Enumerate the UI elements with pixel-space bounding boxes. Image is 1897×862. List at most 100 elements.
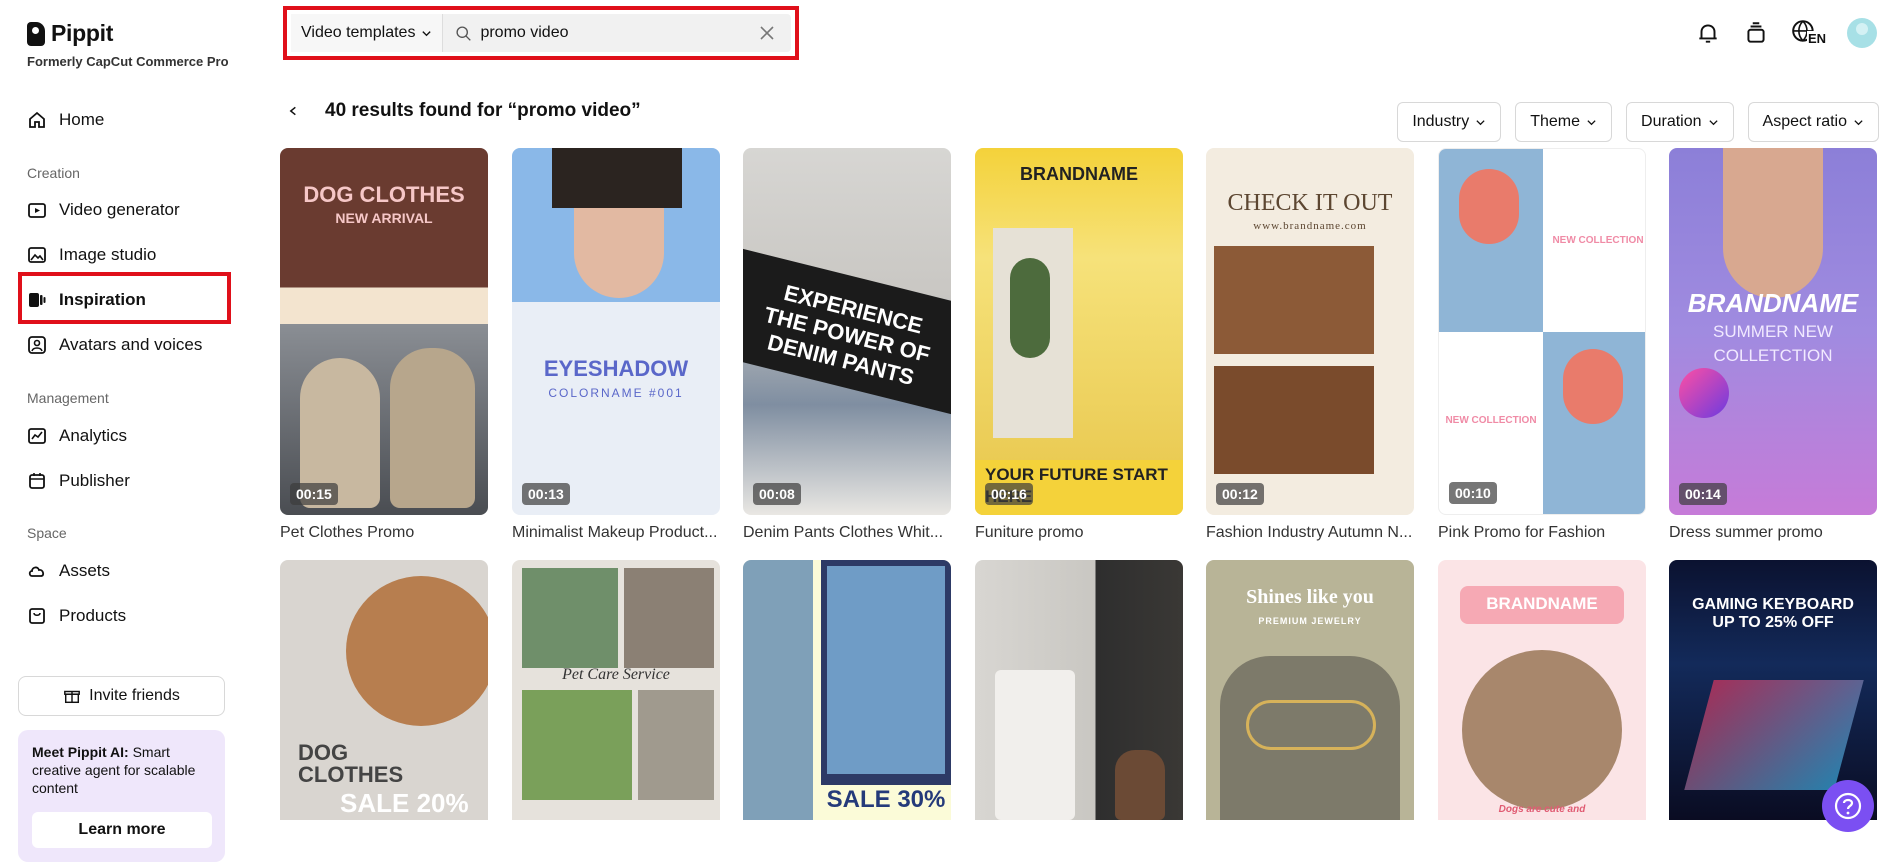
top-right-toolbar: EN [1695,18,1877,48]
thumbnail-overlay-text: www.brandname.com [1253,220,1367,232]
thumbnail-overlay-text: NEW COLLECTION [1445,415,1537,426]
search-bar-highlight: Video templates [283,6,799,60]
template-card[interactable] [975,560,1183,820]
template-title: Minimalist Makeup Product... [512,524,718,541]
template-card[interactable]: Pet Care Service [512,560,720,820]
diffuser-image [1115,750,1165,820]
dog-image [1462,650,1622,810]
template-thumbnail: NEW COLLECTION NEW COLLECTION 00:10 [1438,148,1646,515]
duration-badge: 00:08 [753,483,801,505]
thumbnail-overlay-text: CHECK IT OUT [1227,190,1393,216]
filter-duration[interactable]: Duration [1626,102,1734,142]
chevron-down-icon [422,30,432,36]
template-thumbnail: EXPERIENCE THE POWER OF DENIM PANTS 00:0… [743,148,951,515]
brand-logo[interactable]: Pippit [27,20,113,47]
learn-more-button[interactable]: Learn more [32,812,212,848]
image-studio-icon [28,247,46,263]
template-card[interactable]: BRANDNAME Dogs are cute and [1438,560,1646,820]
chevron-down-icon [1587,119,1596,125]
model-hair-image [1563,349,1623,424]
template-card[interactable]: CHECK IT OUT www.brandname.com 00:12 Fas… [1206,148,1414,542]
thumbnail-overlay-text: BRANDNAME [1020,164,1138,184]
thumbnail-overlay-text: DOG CLOTHES [303,182,465,207]
filter-aspect-ratio[interactable]: Aspect ratio [1747,102,1879,142]
pet-care-photo [522,568,618,668]
template-thumbnail [975,560,1183,820]
model-photo [743,560,813,820]
model-hair-image [552,148,682,208]
template-card[interactable]: BRANDNAME YOUR FUTURE START HERE 00:16 F… [975,148,1183,542]
filter-bar: Industry Theme Duration Aspect ratio [1397,102,1879,142]
product-box-icon [29,608,45,624]
template-card[interactable]: SALE 30% [743,560,951,820]
search-input[interactable] [480,24,751,42]
home-icon [29,111,45,128]
template-card[interactable]: Shines like you PREMIUM JEWELRY [1206,560,1414,820]
filter-industry[interactable]: Industry [1397,102,1502,142]
back-arrow-icon[interactable] [288,104,299,118]
duration-badge: 00:12 [1216,483,1264,505]
invite-friends-button[interactable]: Invite friends [18,676,225,716]
template-thumbnail: CHECK IT OUT www.brandname.com 00:12 [1206,148,1414,515]
thumbnail-overlay-text: NEW ARRIVAL [335,210,433,226]
calendar-icon [29,473,45,489]
thumbnail-overlay-text: PREMIUM JEWELRY [1258,616,1362,626]
stack-icon[interactable] [1743,20,1769,46]
filter-theme[interactable]: Theme [1515,102,1613,142]
avatar-icon [28,336,46,354]
bell-icon[interactable] [1695,20,1721,46]
fashion-photo [1214,366,1374,474]
brand-subtitle: Formerly CapCut Commerce Pro [27,54,229,69]
sidebar-item-products[interactable]: Products [27,604,126,628]
template-title: Pink Promo for Fashion [1438,524,1606,541]
pet-care-photo [624,568,714,668]
fashion-photo [1214,246,1374,354]
template-card[interactable]: NEW COLLECTION NEW COLLECTION 00:10 Pink… [1438,148,1646,542]
sidebar-item-video-generator[interactable]: Video generator [27,198,180,222]
pippit-ai-promo-card: Meet Pippit AI: Smart creative agent for… [18,730,225,862]
model-hair-image [1459,169,1519,244]
template-thumbnail: Shines like you PREMIUM JEWELRY [1206,560,1414,820]
thumbnail-overlay-text: BRANDNAME [1486,594,1598,613]
sidebar-item-avatars[interactable]: Avatars and voices [27,333,202,357]
keyboard-image [1684,680,1864,790]
template-type-select[interactable]: Video templates [291,14,444,52]
template-card[interactable]: BRANDNAME SUMMER NEW COLLETCTION 00:14 D… [1669,148,1877,542]
plant-image [1010,258,1050,358]
section-creation: Creation [27,165,80,181]
template-card[interactable]: DOG CLOTHES SALE 20% OFF [280,560,488,820]
search-field [443,24,759,42]
template-card[interactable]: EYESHADOW COLORNAME #001 00:13 Minimalis… [512,148,720,542]
template-title: Denim Pants Clothes Whit... [743,524,944,541]
cloud-icon [28,566,45,577]
promo-title: Meet Pippit AI: [32,744,129,760]
sidebar-item-analytics[interactable]: Analytics [27,424,127,448]
template-thumbnail: BRANDNAME Dogs are cute and [1438,560,1646,820]
template-thumbnail: BRANDNAME YOUR FUTURE START HERE 00:16 [975,148,1183,515]
language-switch[interactable]: EN [1791,19,1828,47]
thumbnail-overlay-text: SUMMER NEW COLLETCTION [1713,322,1833,365]
thumbnail-overlay-text: EYESHADOW [543,356,689,381]
sidebar-item-home[interactable]: Home [27,108,104,132]
sidebar-item-publisher[interactable]: Publisher [27,469,130,493]
help-button[interactable] [1822,780,1874,832]
duration-badge: 00:16 [985,483,1033,505]
duration-badge: 00:13 [522,483,570,505]
duration-badge: 00:14 [1679,483,1727,505]
section-management: Management [27,390,109,406]
template-card[interactable]: DOG CLOTHES NEW ARRIVAL 00:15 Pet Clothe… [280,148,488,542]
template-thumbnail: DOG CLOTHES NEW ARRIVAL 00:15 [280,148,488,515]
thumbnail-overlay-text: Shines like you [1246,586,1374,608]
gift-icon [64,690,81,704]
results-count: 40 results found for “promo video” [325,100,641,121]
user-avatar[interactable] [1847,18,1877,48]
analytics-icon [28,428,46,444]
bracelet-image [1246,700,1376,750]
sidebar-item-image-studio[interactable]: Image studio [27,243,156,267]
template-card[interactable]: EXPERIENCE THE POWER OF DENIM PANTS 00:0… [743,148,951,542]
clear-search-icon[interactable] [759,25,775,41]
template-thumbnail: BRANDNAME SUMMER NEW COLLETCTION 00:14 [1669,148,1877,515]
chevron-down-icon [1708,119,1718,125]
sidebar-item-assets[interactable]: Assets [27,559,110,583]
video-generator-icon [28,203,46,218]
